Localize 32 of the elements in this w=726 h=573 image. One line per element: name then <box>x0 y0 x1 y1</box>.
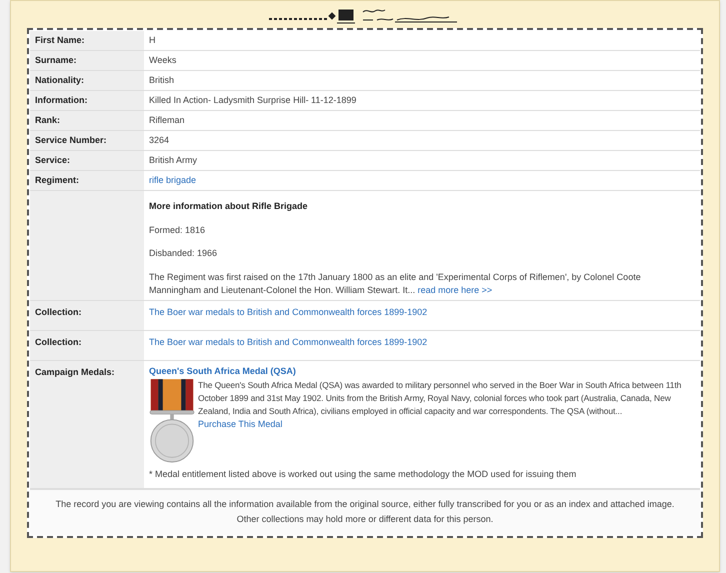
medal-note: * Medal entitlement listed above is worked out using the same methodology the MOD used for issuing them <box>149 468 578 481</box>
value-cell-text: 3264 <box>148 134 170 147</box>
medal-description: The Queen's South Africa Medal (QSA) was awarded to military personnel who served in the Boer War in South Africa between 11th October 1899 and 31st May 1902. Units from the British Army, Royal Navy, colonial forces who took part (Australia, Canada, New Zealand, India and South Africa), civilians employed in official capacity and war correspondents. The QSA (without... <box>198 379 682 418</box>
label-cell: Collection: <box>30 330 144 360</box>
value-cell-text: British <box>148 74 176 87</box>
label-cell: Surname: <box>30 51 144 70</box>
value-cell-text: Killed In Action- Ladysmith Surprise Hill- 11-12-1899 <box>148 94 358 107</box>
label-cell: Service Number: <box>30 131 144 150</box>
read-more-link[interactable]: read more here >> <box>418 284 492 294</box>
label-cell: Collection: <box>30 300 144 330</box>
regiment-link[interactable]: rifle brigade <box>149 174 196 188</box>
label-cell: Service: <box>30 151 144 170</box>
value-cell-text: Rifleman <box>148 114 186 127</box>
value-cell-text: Weeks <box>148 54 178 67</box>
label-cell: First Name: <box>30 31 144 50</box>
info-heading: More information about Rifle Brigade <box>149 200 309 213</box>
footer-text: Other collections may hold more or different data for this person. <box>236 513 494 526</box>
collection-link[interactable]: The Boer war medals to British and Commonwealth forces 1899-1902 <box>149 306 428 319</box>
purchase-link[interactable]: Purchase This Medal <box>198 418 282 431</box>
medal-title-link[interactable]: Queen's South Africa Medal (QSA) <box>149 364 296 378</box>
footer-text: The record you are viewing contains all the information available from the original source, either fully transcribed for you or as an index and attached image. <box>56 498 674 511</box>
info-text: Disbanded: 1966 <box>149 247 218 260</box>
label-cell: Information: <box>30 91 144 110</box>
info-paragraph: The Regiment was first raised on the 17th January 1800 as an elite and 'Experimental Corps of Riflemen', by Colonel Coote Manningham and Lieutenant-Colonel the Hon. William Stewart. It... read more here >> <box>149 270 642 296</box>
label-cell: Campaign Medals: <box>30 360 144 488</box>
label-cell: Regiment: <box>30 171 144 190</box>
value-cell-text: H <box>148 34 156 47</box>
value-cell-text: British Army <box>148 154 198 167</box>
info-text: Formed: 1816 <box>149 224 206 236</box>
collection-link[interactable]: The Boer war medals to British and Commonwealth forces 1899-1902 <box>149 336 428 349</box>
label-cell: Rank: <box>30 111 144 130</box>
label-cell: Nationality: <box>30 71 144 90</box>
